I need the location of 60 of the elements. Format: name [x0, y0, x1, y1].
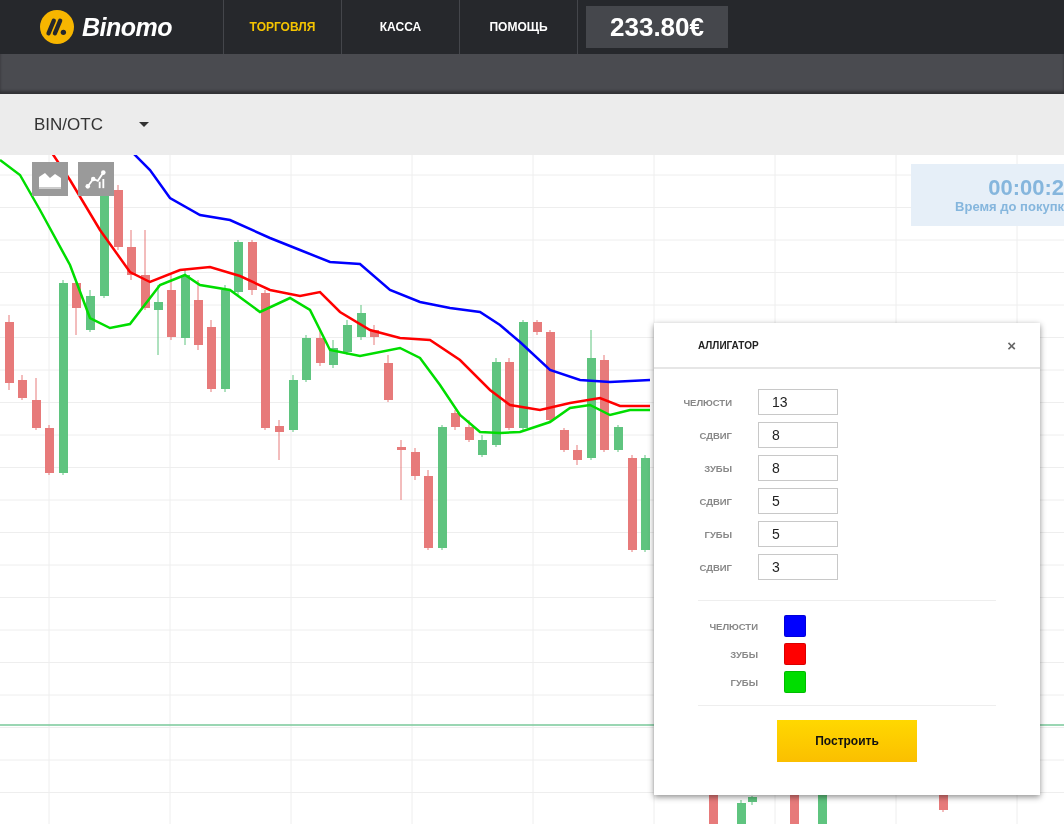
- field-label: ГУБЫ: [703, 528, 733, 540]
- candlestick: [167, 274, 176, 341]
- asset-dropdown[interactable]: BIN/OTC: [34, 110, 149, 139]
- number-field[interactable]: 8: [758, 455, 838, 481]
- caret-icon: [138, 122, 149, 127]
- candlestick: [478, 434, 487, 458]
- color-swatch[interactable]: [784, 643, 806, 665]
- candlestick: [275, 419, 284, 461]
- candlestick: [748, 795, 757, 806]
- field-label: ЧЕЛЮСТИ: [682, 396, 733, 408]
- candlestick: [248, 239, 257, 296]
- countdown-time: 00:00:2: [988, 176, 1064, 199]
- candlestick: [614, 424, 623, 453]
- candlestick: [370, 324, 379, 346]
- build-button[interactable]: Построить: [777, 720, 917, 762]
- dialog-title: АЛЛИГАТОР: [698, 339, 759, 351]
- candlestick: [86, 289, 95, 333]
- candlestick: [127, 229, 136, 281]
- candlestick: [737, 799, 746, 824]
- logo-icon: [40, 10, 74, 44]
- candlestick: [384, 354, 393, 403]
- color-label: ГУБЫ: [729, 676, 759, 688]
- color-label: ЧЕЛЮСТИ: [708, 620, 759, 632]
- number-field[interactable]: 5: [758, 521, 838, 547]
- color-swatch[interactable]: [784, 615, 806, 637]
- close-button[interactable]: ×: [1005, 337, 1018, 353]
- candlestick: [45, 424, 54, 476]
- candlestick: [533, 319, 542, 336]
- candlestick: [114, 184, 123, 251]
- field-label: ЗУБЫ: [703, 462, 733, 474]
- candlestick: [316, 329, 325, 367]
- candlestick: [411, 447, 420, 481]
- candlestick: [194, 279, 203, 351]
- candlestick: [18, 374, 27, 401]
- candlestick: [289, 374, 298, 433]
- candlestick: [302, 334, 311, 383]
- brand-name: Binomo: [82, 12, 173, 42]
- number-field[interactable]: 3: [758, 554, 838, 580]
- color-label: ЗУБЫ: [729, 648, 759, 660]
- number-field[interactable]: 13: [758, 389, 838, 415]
- countdown-caption: Время до покупк: [955, 198, 1064, 214]
- candlestick: [397, 439, 406, 501]
- balance-display[interactable]: 233.80€: [586, 6, 728, 48]
- candlestick: [32, 377, 41, 431]
- candlestick: [451, 409, 460, 431]
- candlestick: [329, 339, 338, 369]
- candlestick: [573, 444, 582, 466]
- candlestick: [465, 419, 474, 443]
- area-chart-icon[interactable]: [32, 162, 68, 196]
- candlestick: [357, 304, 366, 341]
- field-label: СДВИГ: [698, 429, 733, 441]
- field-label: СДВИГ: [698, 561, 733, 573]
- number-field[interactable]: 5: [758, 488, 838, 514]
- candlestick: [234, 239, 243, 296]
- indicator-icon[interactable]: [78, 162, 114, 196]
- number-field[interactable]: 8: [758, 422, 838, 448]
- candlestick: [154, 284, 163, 356]
- candlestick: [560, 427, 569, 453]
- color-swatch[interactable]: [784, 671, 806, 693]
- field-label: СДВИГ: [698, 495, 733, 507]
